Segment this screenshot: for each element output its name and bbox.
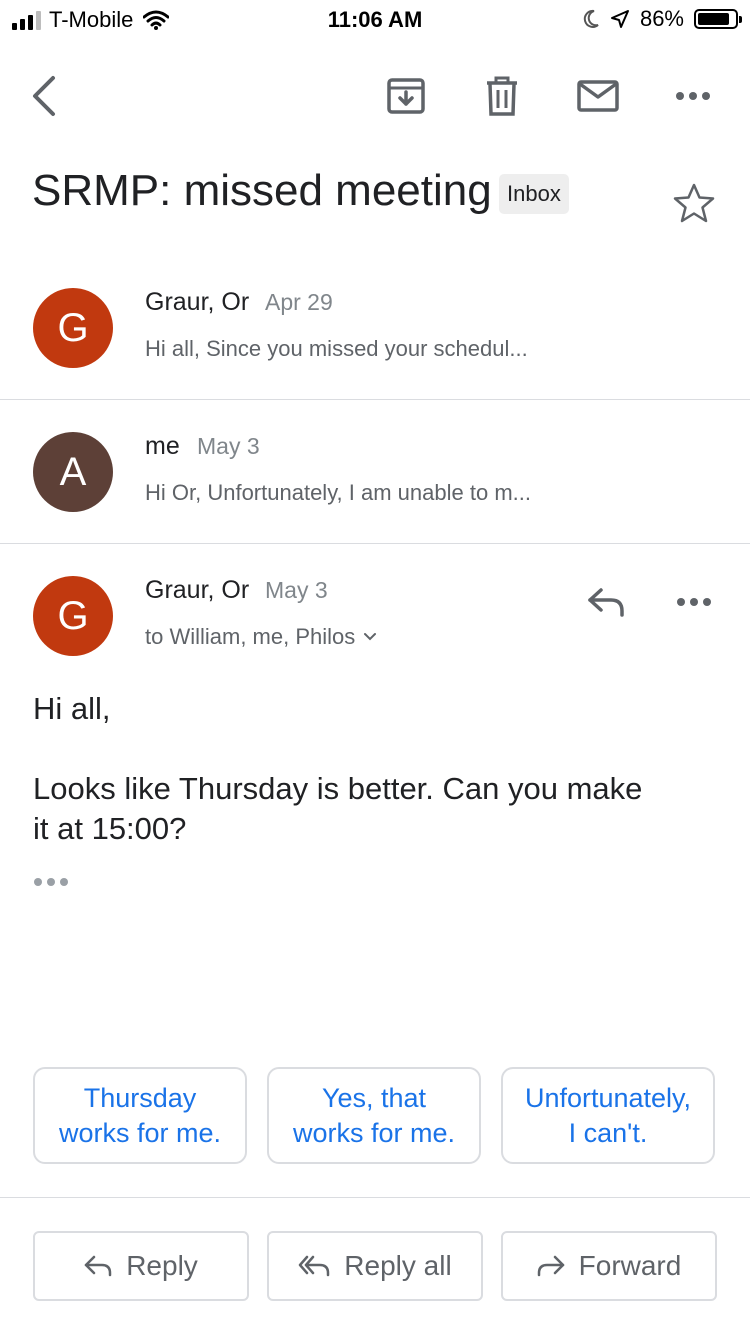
mark-unread-button[interactable] <box>562 60 634 132</box>
smart-reply-text: I can't. <box>568 1117 648 1148</box>
battery-percent: 86% <box>639 6 684 31</box>
message-date: May 3 <box>265 577 328 603</box>
more-icon <box>677 598 711 606</box>
message-snippet: Hi all, Since you missed your schedul... <box>145 336 528 361</box>
sender-name: me <box>145 432 180 460</box>
status-bar: T-Mobile 11:06 AM 86% <box>0 0 750 40</box>
forward-label: Forward <box>578 1250 682 1281</box>
message-body-greeting: Hi all, <box>33 691 111 726</box>
reply-all-icon <box>299 1255 330 1277</box>
smart-reply-button[interactable]: Yes, that works for me. <box>267 1067 481 1164</box>
message-date: Apr 29 <box>265 289 333 315</box>
reply-icon <box>588 588 624 617</box>
delete-button[interactable] <box>466 60 538 132</box>
message-item-collapsed[interactable]: G Graur, Or Apr 29 Hi all, Since you mis… <box>0 250 750 399</box>
star-icon <box>673 183 715 223</box>
moon-icon <box>583 9 599 28</box>
inbox-label-badge[interactable]: Inbox <box>499 174 569 214</box>
back-button[interactable] <box>8 60 80 132</box>
avatar: G <box>33 288 113 368</box>
smart-reply-button[interactable]: Thursday works for me. <box>33 1067 247 1164</box>
battery-icon <box>694 9 742 29</box>
recipients-text: to William, me, Philos <box>145 624 356 649</box>
forward-action-button[interactable]: Forward <box>501 1231 717 1301</box>
divider <box>0 1197 750 1198</box>
sender-name: Graur, Or <box>145 288 250 316</box>
back-arrow-icon <box>33 76 55 116</box>
smart-reply-text: Thursday <box>83 1082 197 1113</box>
smart-reply-text: Unfortunately, <box>524 1082 692 1113</box>
email-subject: SRMP: missed meeting <box>32 166 492 215</box>
message-item-collapsed[interactable]: A me May 3 Hi Or, Unfortunately, I am un… <box>0 400 750 543</box>
more-options-button[interactable] <box>657 60 729 132</box>
mail-icon <box>577 80 619 112</box>
message-more-button[interactable] <box>660 568 728 636</box>
sender-name: Graur, Or <box>145 576 250 604</box>
reply-button[interactable] <box>572 568 640 636</box>
reply-label: Reply <box>126 1250 198 1281</box>
smart-reply-text: works for me. <box>58 1117 222 1148</box>
smart-reply-text: Yes, that <box>321 1082 427 1113</box>
message-snippet: Hi Or, Unfortunately, I am unable to m..… <box>145 480 531 505</box>
toolbar <box>0 60 750 132</box>
more-icon <box>676 92 710 100</box>
avatar: A <box>33 432 113 512</box>
message-body-line: it at 15:00? <box>33 811 187 846</box>
archive-button[interactable] <box>370 60 442 132</box>
smart-reply-text: works for me. <box>292 1117 456 1148</box>
reply-icon <box>84 1255 112 1277</box>
recipients-details-toggle[interactable]: to William, me, Philos <box>145 624 377 650</box>
forward-icon <box>537 1255 564 1277</box>
message-date: May 3 <box>197 433 260 459</box>
location-arrow-icon <box>610 10 629 28</box>
reply-all-label: Reply all <box>344 1250 452 1281</box>
star-button[interactable] <box>672 182 716 229</box>
show-trimmed-content-button[interactable] <box>34 878 68 886</box>
avatar: G <box>33 576 113 656</box>
reply-all-action-button[interactable]: Reply all <box>267 1231 483 1301</box>
delete-icon <box>487 76 517 116</box>
archive-icon <box>387 78 425 114</box>
reply-action-button[interactable]: Reply <box>33 1231 249 1301</box>
smart-reply-button[interactable]: Unfortunately, I can't. <box>501 1067 715 1164</box>
message-body-line: Looks like Thursday is better. Can you m… <box>33 771 643 806</box>
chevron-down-icon <box>364 633 377 641</box>
